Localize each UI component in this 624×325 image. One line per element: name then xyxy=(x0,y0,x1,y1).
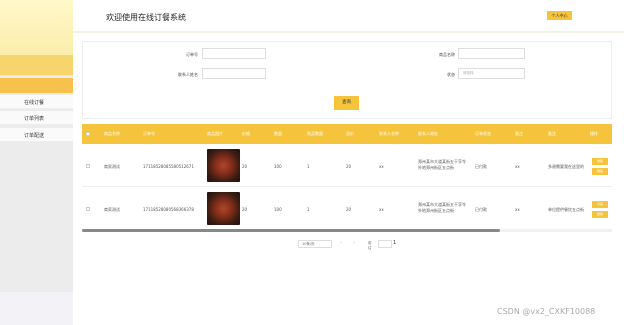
delete-button[interactable]: 删除 xyxy=(592,168,608,175)
cell-order-no: 17118528080568366378 xyxy=(143,207,194,212)
current-page: 1 xyxy=(393,240,397,246)
delete-button[interactable]: 删除 xyxy=(592,211,608,218)
cell-remark: xx xyxy=(515,164,520,169)
order-no-input[interactable] xyxy=(202,48,266,59)
table-header-row: 商品名称 订单号 商品图片 价格 数量 购买数量 总价 联系人名称 联系人地址 … xyxy=(82,124,612,144)
column-header[interactable]: 备注 xyxy=(515,131,523,137)
next-page-icon[interactable]: › xyxy=(353,240,355,246)
column-header[interactable]: 订单号 xyxy=(143,131,155,137)
sidebar-item-home[interactable] xyxy=(0,55,73,75)
logo xyxy=(24,10,48,14)
cell-price: 20 xyxy=(242,207,248,212)
cell-contact-name: xx xyxy=(379,164,384,169)
sidebar-user-info xyxy=(8,42,58,47)
sidebar-item-label: 订单列表 xyxy=(24,116,45,122)
column-header[interactable]: 联系人地址 xyxy=(418,131,438,137)
column-header[interactable]: 总价 xyxy=(346,131,354,137)
cell-total: 20 xyxy=(346,164,352,169)
column-header[interactable]: 联系人名称 xyxy=(379,131,399,137)
cell-remark: 单位提供餐饮五点街 xyxy=(548,207,584,212)
cell-buy-count: 1 xyxy=(307,164,310,169)
goto-label: 前往 xyxy=(368,241,372,250)
order-table: 商品名称 订单号 商品图片 价格 数量 购买数量 总价 联系人名称 联系人地址 … xyxy=(82,124,612,234)
status-label: 状态 xyxy=(447,72,455,77)
cell-product-name: 商家测试 xyxy=(104,207,120,212)
sidebar-item-label: 订单配送 xyxy=(24,133,45,139)
cell-contact-name: xx xyxy=(379,207,384,212)
search-panel: 订单号 商品名称 联系人姓名 状态 请选择 查询 xyxy=(82,41,612,119)
column-header[interactable]: 价格 xyxy=(242,131,250,137)
top-header: 欢迎使用在线订餐系统 个人中心 xyxy=(73,0,624,33)
row-checkbox[interactable] xyxy=(86,164,90,168)
cell-remark: 多谢需要我在这里的 xyxy=(548,164,584,169)
sidebar-group-header[interactable] xyxy=(0,78,73,93)
cell-total: 20 xyxy=(346,207,352,212)
status-select[interactable]: 请选择 xyxy=(458,68,525,79)
table-row: 商家测试 17118528080568366378 20 100 1 20 xx… xyxy=(82,188,612,230)
contact-name-label: 联系人姓名 xyxy=(178,72,198,77)
column-header[interactable]: 购买数量 xyxy=(307,131,323,137)
sidebar-item-order-list[interactable]: 订单列表 xyxy=(0,111,73,125)
product-image xyxy=(207,192,240,225)
row-checkbox[interactable] xyxy=(86,207,90,211)
cell-contact-address: 郑州某市大道某街五干孚令外地郑州街区五点街 xyxy=(418,159,466,170)
sidebar-item-label: 在线订餐 xyxy=(24,100,45,106)
cell-order-status: 已付款 xyxy=(475,207,487,212)
cell-product-name: 商家测试 xyxy=(104,164,120,169)
cell-quantity: 100 xyxy=(274,207,282,212)
cell-contact-address: 郑州某市大道某街五干孚令外地郑州街区五点街 xyxy=(418,202,466,213)
app-root: 在线订餐 订单列表 订单配送 欢迎使用在线订餐系统 个人中心 订单号 商品名称 … xyxy=(0,0,624,325)
order-no-label: 订单号 xyxy=(186,52,198,57)
sidebar-item-order-delivery[interactable]: 订单配送 xyxy=(0,128,73,142)
cell-remark: xx xyxy=(515,207,520,212)
cell-order-no: 17118528085580512671 xyxy=(143,164,194,169)
watermark: CSDN @vx2_CXKF10088 xyxy=(497,307,596,316)
search-button[interactable]: 查询 xyxy=(334,96,359,110)
horizontal-scrollbar[interactable] xyxy=(82,229,612,232)
detail-button[interactable]: 详情 xyxy=(592,201,608,208)
column-header[interactable]: 商品名称 xyxy=(104,131,120,137)
column-header[interactable]: 备注 xyxy=(548,131,556,137)
column-header: 操作 xyxy=(590,131,598,136)
page-title: 欢迎使用在线订餐系统 xyxy=(106,13,186,22)
detail-button[interactable]: 详情 xyxy=(592,158,608,165)
prev-page-icon[interactable]: ‹ xyxy=(340,240,342,246)
column-header[interactable]: 订单状态 xyxy=(475,131,491,137)
cell-quantity: 100 xyxy=(274,164,282,169)
column-header[interactable]: 商品图片 xyxy=(207,131,223,137)
cell-buy-count: 1 xyxy=(307,207,310,212)
product-image xyxy=(207,149,240,182)
sidebar: 在线订餐 订单列表 订单配送 xyxy=(0,0,73,325)
column-header[interactable]: 数量 xyxy=(274,131,282,137)
contact-name-input[interactable] xyxy=(202,68,266,79)
scrollbar-thumb[interactable] xyxy=(82,229,500,232)
product-name-input[interactable] xyxy=(458,48,525,59)
goto-page-input[interactable] xyxy=(378,240,392,248)
page-size-select[interactable]: 10条/页 xyxy=(298,240,332,248)
sidebar-footer xyxy=(0,292,73,325)
cell-order-status: 已付款 xyxy=(475,164,487,169)
select-all-checkbox[interactable] xyxy=(86,132,90,136)
product-name-label: 商品名称 xyxy=(439,52,455,57)
table-row: 商家测试 17118528085580512671 20 100 1 20 xx… xyxy=(82,145,612,187)
sidebar-item-online-order[interactable]: 在线订餐 xyxy=(0,95,73,109)
profile-button[interactable]: 个人中心 xyxy=(547,11,572,20)
cell-price: 20 xyxy=(242,164,248,169)
